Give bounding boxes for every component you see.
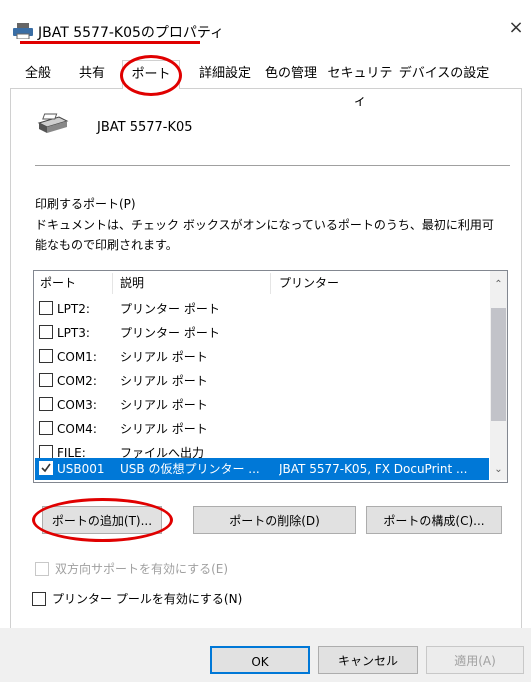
port-description: シリアル ポート xyxy=(120,422,208,436)
close-icon[interactable]: × xyxy=(506,18,526,38)
scrollbar-thumb[interactable] xyxy=(491,308,506,421)
scroll-down-icon[interactable]: ⌄ xyxy=(490,461,507,478)
port-description: プリンター ポート xyxy=(120,302,220,316)
port-checkbox[interactable] xyxy=(39,445,53,459)
bidirectional-support-option: 双方向サポートを有効にする(E) xyxy=(35,561,335,577)
port-row-usb001[interactable]: USB001 USB の仮想プリンター ... JBAT 5577-K05, F… xyxy=(35,458,489,480)
port-row-com1[interactable]: COM1: シリアル ポート xyxy=(35,346,489,368)
port-list-scrollbar[interactable]: ⌃ ⌄ xyxy=(490,271,507,480)
port-checkbox[interactable] xyxy=(39,325,53,339)
column-header-printer[interactable]: プリンター xyxy=(279,271,339,296)
port-name: COM2: xyxy=(57,374,97,388)
window-title: JBAT 5577-K05のプロパティ xyxy=(38,25,225,41)
configure-port-button[interactable]: ポートの構成(C)... xyxy=(366,506,502,534)
delete-port-button[interactable]: ポートの削除(D) xyxy=(193,506,356,534)
bidirectional-checkbox xyxy=(35,562,49,576)
printer-icon xyxy=(37,113,69,133)
tab-sharing[interactable]: 共有 xyxy=(74,60,110,88)
port-name: LPT2: xyxy=(57,302,90,316)
port-list[interactable]: ポート 説明 プリンター LPT2: プリンター ポート LPT3: プリンター… xyxy=(33,270,508,483)
port-checkbox-checked[interactable] xyxy=(39,461,53,475)
port-description: プリンター ポート xyxy=(120,326,220,340)
port-checkbox[interactable] xyxy=(39,421,53,435)
tab-general[interactable]: 全般 xyxy=(20,60,56,88)
printer-name: JBAT 5577-K05 xyxy=(97,120,193,135)
port-description: シリアル ポート xyxy=(120,398,208,412)
title-underline-annotation xyxy=(20,41,200,44)
port-name: COM1: xyxy=(57,350,97,364)
port-printer: JBAT 5577-K05, FX DocuPrint ... xyxy=(279,462,468,476)
tab-color-management[interactable]: 色の管理 xyxy=(262,60,320,88)
tab-strip: 全般 共有 ポート 詳細設定 色の管理 セキュリティ デバイスの設定 xyxy=(0,60,531,109)
port-description: シリアル ポート xyxy=(120,350,208,364)
ports-tab-circle-annotation xyxy=(120,55,182,96)
port-row-com2[interactable]: COM2: シリアル ポート xyxy=(35,370,489,392)
checkmark-icon xyxy=(41,463,51,473)
column-header-description[interactable]: 説明 xyxy=(120,271,144,296)
port-name: COM4: xyxy=(57,422,97,436)
bidirectional-label: 双方向サポートを有効にする(E) xyxy=(55,562,229,576)
port-description: USB の仮想プリンター ... xyxy=(120,462,260,476)
printer-icon xyxy=(13,23,33,39)
port-checkbox[interactable] xyxy=(39,373,53,387)
port-row-lpt2[interactable]: LPT2: プリンター ポート xyxy=(35,298,489,320)
apply-button: 適用(A) xyxy=(426,646,524,674)
separator xyxy=(35,165,510,166)
printer-pooling-option[interactable]: プリンター プールを有効にする(N) xyxy=(32,591,332,607)
port-row-com3[interactable]: COM3: シリアル ポート xyxy=(35,394,489,416)
add-port-circle-annotation xyxy=(32,498,173,542)
port-description: シリアル ポート xyxy=(120,374,208,388)
scroll-up-icon[interactable]: ⌃ xyxy=(490,276,507,293)
tab-advanced[interactable]: 詳細設定 xyxy=(192,60,258,88)
port-name: COM3: xyxy=(57,398,97,412)
port-row-com4[interactable]: COM4: シリアル ポート xyxy=(35,418,489,440)
port-name: LPT3: xyxy=(57,326,90,340)
printer-pooling-checkbox[interactable] xyxy=(32,592,46,606)
ok-button[interactable]: OK xyxy=(210,646,310,674)
ports-label: 印刷するポート(P) xyxy=(35,197,136,211)
printer-pooling-label[interactable]: プリンター プールを有効にする(N) xyxy=(52,591,242,607)
cancel-button[interactable]: キャンセル xyxy=(318,646,418,674)
port-row-lpt3[interactable]: LPT3: プリンター ポート xyxy=(35,322,489,344)
port-name: USB001 xyxy=(57,462,105,476)
ports-description: ドキュメントは、チェック ボックスがオンになっているポートのうち、最初に利用可能… xyxy=(35,218,494,252)
column-divider xyxy=(270,273,271,294)
tab-strip-divider xyxy=(10,88,521,89)
column-header-port[interactable]: ポート xyxy=(40,271,76,296)
tab-device-settings[interactable]: デバイスの設定 xyxy=(398,60,490,88)
tab-security[interactable]: セキュリティ xyxy=(325,60,395,109)
port-checkbox[interactable] xyxy=(39,301,53,315)
port-checkbox[interactable] xyxy=(39,397,53,411)
port-checkbox[interactable] xyxy=(39,349,53,363)
column-divider xyxy=(112,273,113,294)
